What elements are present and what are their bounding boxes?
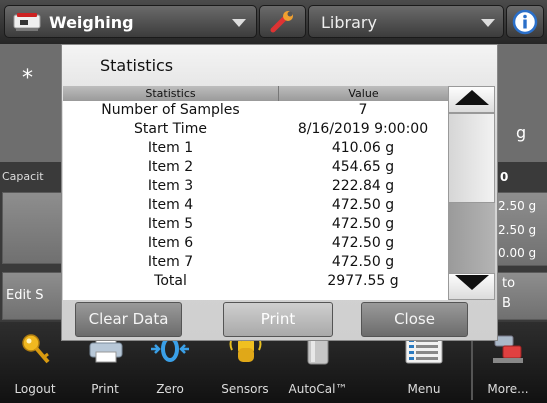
background-unit: g <box>516 123 527 142</box>
background-edit-label: Edit S <box>6 288 44 303</box>
background-value-1: 2.50 g <box>498 199 537 213</box>
background-value-2: 2.50 g <box>498 223 537 237</box>
scrollbar-thumb[interactable] <box>448 113 495 203</box>
library-label: Library <box>321 13 377 32</box>
zero-label: Zero <box>156 382 184 396</box>
row-label: Item 5 <box>147 216 194 232</box>
menu-label: Menu <box>407 382 441 396</box>
row-value: 410.06 g <box>331 140 395 156</box>
row-label: Item 4 <box>147 197 194 213</box>
table-row: Item 5 472.50 g <box>63 215 448 234</box>
clear-data-button[interactable]: Clear Data <box>75 302 182 337</box>
table-row: Start Time 8/16/2019 9:00:00 <box>63 120 448 139</box>
background-to-label: to <box>502 276 516 291</box>
background-capacity-value: 0 <box>500 170 509 184</box>
settings-button[interactable] <box>259 5 306 38</box>
background-capacity-label: Capacit <box>2 170 44 183</box>
info-icon <box>512 9 538 35</box>
row-value: 472.50 g <box>331 254 395 270</box>
row-value: 472.50 g <box>331 216 395 232</box>
table-row: Item 3 222.84 g <box>63 177 448 196</box>
table-row: Total 2977.55 g <box>63 272 448 291</box>
logout-label: Logout <box>14 382 56 396</box>
column-header-statistics: Statistics <box>145 87 196 100</box>
row-value: 2977.55 g <box>327 273 399 289</box>
print-dialog-button[interactable]: Print <box>223 302 333 337</box>
table-row: Item 6 472.50 g <box>63 234 448 253</box>
row-label: Total <box>154 273 187 289</box>
dialog-title: Statistics <box>100 56 174 75</box>
row-label: Item 6 <box>147 235 194 251</box>
sensors-label: Sensors <box>221 382 269 396</box>
row-label: Item 2 <box>147 159 194 175</box>
row-value: 7 <box>358 102 368 118</box>
arrow-up-icon <box>455 90 489 105</box>
table-body: Number of Samples 7 Start Time 8/16/2019… <box>63 101 448 291</box>
table-row: Item 2 454.65 g <box>63 158 448 177</box>
arrow-down-icon <box>455 275 489 290</box>
logout-button[interactable]: Logout <box>4 330 66 400</box>
more-label: More... <box>487 382 529 396</box>
table-row: Item 1 410.06 g <box>63 139 448 158</box>
row-value: 472.50 g <box>331 197 395 213</box>
application-label: Weighing <box>49 13 134 32</box>
background-asterisk: * <box>22 66 33 91</box>
autocal-label: AutoCal™ <box>288 382 348 396</box>
background-b-label: B <box>502 296 511 311</box>
row-label: Item 1 <box>147 140 194 156</box>
application-selector[interactable]: Weighing <box>4 5 257 38</box>
row-label: Start Time <box>134 121 207 137</box>
row-value: 222.84 g <box>331 178 395 194</box>
table-row: Item 4 472.50 g <box>63 196 448 215</box>
table-row: Item 7 472.50 g <box>63 253 448 272</box>
row-value: 8/16/2019 9:00:00 <box>297 121 429 137</box>
column-header-value: Value <box>348 87 379 100</box>
table-row: Number of Samples 7 <box>63 101 448 120</box>
table-header: Statistics Value <box>63 86 448 101</box>
row-label: Number of Samples <box>101 102 240 118</box>
row-value: 472.50 g <box>331 235 395 251</box>
scale-icon <box>13 13 41 31</box>
key-icon <box>22 334 50 364</box>
row-label: Item 3 <box>147 178 194 194</box>
background-panel-left <box>2 192 62 264</box>
chevron-down-icon <box>232 19 246 27</box>
info-button[interactable] <box>506 5 544 38</box>
background-value-3: 0.00 g <box>498 246 537 260</box>
library-selector[interactable]: Library <box>308 5 504 38</box>
close-button[interactable]: Close <box>361 302 468 337</box>
row-label: Item 7 <box>147 254 194 270</box>
print-label: Print <box>91 382 119 396</box>
row-value: 454.65 g <box>331 159 395 175</box>
chevron-down-icon <box>481 19 495 27</box>
wrench-icon <box>270 11 293 33</box>
